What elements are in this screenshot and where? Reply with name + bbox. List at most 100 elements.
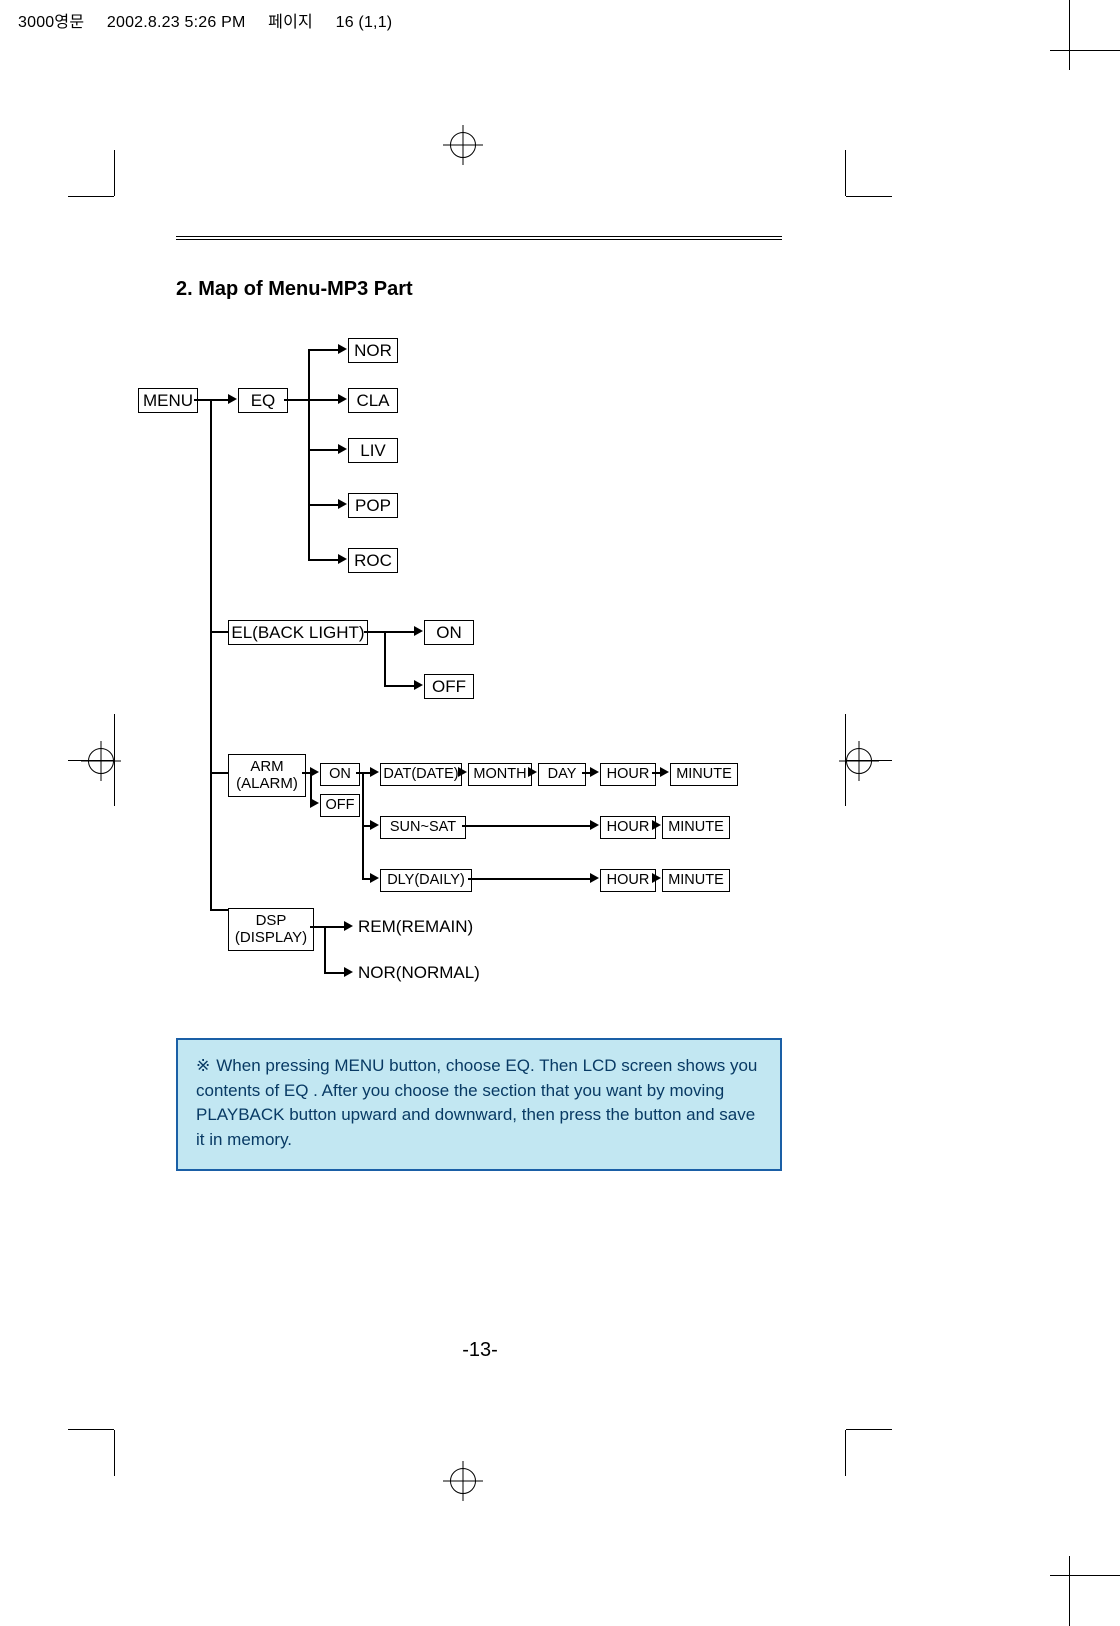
connector (308, 399, 338, 401)
section-rule (176, 236, 782, 240)
slug-page: 16 (1,1) (336, 14, 393, 31)
node-hour: HOUR (600, 816, 656, 839)
arrow-icon (338, 394, 347, 404)
section-heading: 2. Map of Menu-MP3 Part (176, 278, 413, 301)
crop-outer-tr (1050, 0, 1120, 70)
crop-mark (846, 196, 892, 197)
node-eq-option: LIV (348, 438, 398, 463)
node-arm-off: OFF (320, 794, 360, 817)
arrow-icon (458, 767, 467, 777)
node-arm-bot: (ALARM) (231, 775, 303, 792)
node-dat: DAT(DATE) (380, 763, 462, 786)
connector (308, 559, 338, 561)
arrow-icon (590, 767, 599, 777)
arrow-icon (528, 767, 537, 777)
arrow-icon (590, 820, 599, 830)
arrow-icon (590, 873, 599, 883)
node-eq-option: POP (348, 493, 398, 518)
connector (308, 504, 338, 506)
arrow-icon (370, 767, 379, 777)
connector (284, 399, 308, 401)
connector (468, 878, 590, 880)
arrow-icon (652, 820, 661, 830)
crop-mark (845, 150, 846, 196)
arrow-icon (338, 344, 347, 354)
slug-doc: 3000영문 (18, 14, 84, 31)
arrow-icon (414, 626, 423, 636)
node-menu: MENU (138, 388, 198, 413)
node-minute: MINUTE (670, 763, 738, 786)
node-dsp: DSP (DISPLAY) (228, 908, 314, 951)
connector (324, 972, 344, 974)
arrow-icon (652, 873, 661, 883)
connector (362, 825, 370, 827)
node-arm: ARM (ALARM) (228, 754, 306, 797)
node-eq-option: NOR (348, 338, 398, 363)
node-dly: DLY(DAILY) (380, 869, 472, 892)
node-hour: HOUR (600, 763, 656, 786)
connector (194, 399, 210, 401)
arrow-icon (660, 767, 669, 777)
node-hour: HOUR (600, 869, 656, 892)
node-dsp-rem: REM(REMAIN) (358, 917, 473, 937)
connector (364, 631, 384, 633)
connector (582, 772, 590, 774)
connector (384, 631, 386, 686)
arrow-icon (344, 921, 353, 931)
connector (308, 349, 338, 351)
connector (384, 631, 414, 633)
note-bullet-icon: ※ (196, 1056, 210, 1075)
registration-icon (88, 748, 114, 774)
connector (210, 631, 228, 633)
page-number: -13- (0, 1339, 960, 1362)
arrow-icon (338, 499, 347, 509)
note-box: ※When pressing MENU button, choose EQ. T… (176, 1038, 782, 1171)
slug-line: 3000영문 2002.8.23 5:26 PM 페이지 16 (1,1) (18, 8, 410, 32)
crop-mark (114, 150, 115, 196)
connector (362, 878, 370, 880)
node-dsp-top: DSP (231, 912, 311, 929)
registration-icon (450, 132, 476, 158)
connector (210, 399, 228, 401)
connector (302, 772, 310, 774)
note-text: When pressing MENU button, choose EQ. Th… (196, 1056, 757, 1149)
node-day: DAY (538, 763, 586, 786)
node-arm-on: ON (320, 763, 360, 786)
page-root: 3000영문 2002.8.23 5:26 PM 페이지 16 (1,1) 2.… (0, 0, 1120, 1626)
connector (324, 926, 344, 928)
connector (462, 825, 590, 827)
node-month: MONTH (468, 763, 532, 786)
connector (362, 772, 370, 774)
crop-mark (68, 196, 114, 197)
node-minute: MINUTE (662, 816, 730, 839)
node-el: EL(BACK LIGHT) (228, 620, 368, 645)
connector (384, 685, 414, 687)
node-dsp-bot: (DISPLAY) (231, 929, 311, 946)
crop-mark (845, 1430, 846, 1476)
connector (324, 926, 326, 973)
arrow-icon (344, 967, 353, 977)
arrow-icon (338, 444, 347, 454)
node-dsp-nor: NOR(NORMAL) (358, 963, 480, 983)
arrow-icon (310, 798, 319, 808)
arrow-icon (414, 680, 423, 690)
arrow-icon (310, 767, 319, 777)
crop-outer-br (1050, 1556, 1120, 1626)
node-sunsat: SUN~SAT (380, 816, 466, 839)
node-eq-option: CLA (348, 388, 398, 413)
registration-icon (450, 1468, 476, 1494)
node-eq-option: ROC (348, 548, 398, 573)
arrow-icon (228, 394, 237, 404)
slug-date: 2002.8.23 5:26 PM (107, 14, 246, 31)
connector (308, 449, 338, 451)
node-eq: EQ (238, 388, 288, 413)
arrow-icon (370, 820, 379, 830)
connector (652, 772, 660, 774)
registration-icon (846, 748, 872, 774)
crop-mark (68, 1429, 114, 1430)
crop-mark (846, 1429, 892, 1430)
connector (310, 926, 324, 928)
crop-mark (114, 1430, 115, 1476)
arrow-icon (370, 873, 379, 883)
node-minute: MINUTE (662, 869, 730, 892)
